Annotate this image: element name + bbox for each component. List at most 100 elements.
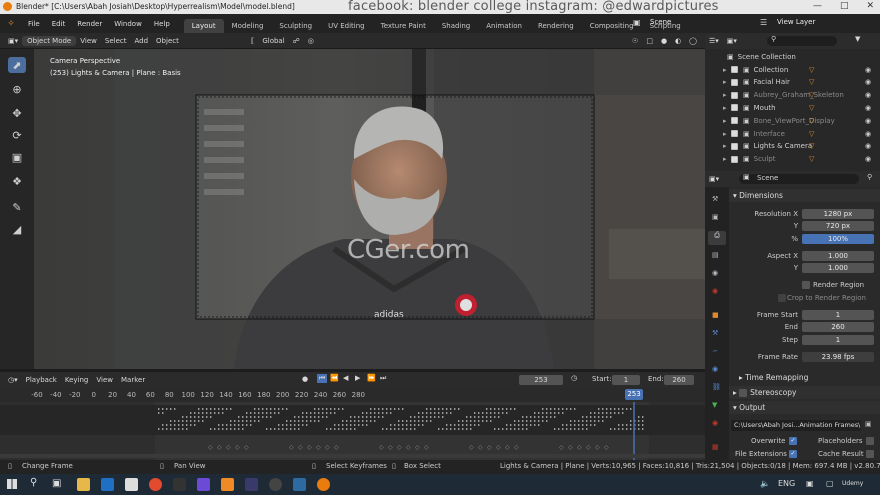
tab-sculpting[interactable]: Sculpting	[271, 19, 320, 33]
menu-edit[interactable]: Edit	[46, 20, 72, 28]
visibility-icon[interactable]: ◉	[865, 117, 871, 125]
frame-start-field[interactable]: 1	[802, 310, 874, 320]
outliner-editor-icon[interactable]: ☰▾	[705, 36, 723, 46]
exclude-checkbox[interactable]	[731, 66, 738, 73]
edge-icon[interactable]	[101, 478, 114, 491]
notification-icon[interactable]: ▢	[826, 479, 834, 488]
current-frame-indicator[interactable]: 253	[625, 389, 643, 400]
frame-step-field[interactable]: 1	[802, 335, 874, 345]
visibility-icon[interactable]: ◉	[865, 78, 871, 86]
shading-solid-icon[interactable]: ●	[657, 36, 671, 46]
overlay-icon[interactable]: ☉	[628, 36, 642, 46]
outliner-search-input[interactable]	[767, 36, 837, 46]
expand-arrow-icon[interactable]: ▸	[723, 155, 731, 163]
view-layer-name[interactable]: View Layer	[777, 18, 815, 26]
blender-taskbar-icon[interactable]	[317, 478, 330, 491]
minimize-button[interactable]: —	[813, 1, 822, 11]
visibility-icon[interactable]: ◉	[865, 142, 871, 150]
frame-rate-select[interactable]: 23.98 fps	[802, 352, 874, 362]
cursor-tool-icon[interactable]: ⊕	[8, 81, 26, 97]
speaker-icon[interactable]: 🔈	[760, 479, 770, 488]
exclude-checkbox[interactable]	[731, 130, 738, 137]
store-icon[interactable]	[125, 478, 138, 491]
timeline-editor-icon[interactable]: ◷▾	[4, 375, 22, 385]
outliner-row[interactable]: ▸ ▣ Interface ▽ ◉	[705, 127, 880, 140]
transform-orientation-icon[interactable]: ⟦	[247, 36, 258, 46]
proportional-icon[interactable]: ◎	[304, 36, 318, 46]
visibility-icon[interactable]: ◉	[865, 104, 871, 112]
menu-render[interactable]: Render	[71, 20, 108, 28]
visibility-icon[interactable]: ◉	[865, 66, 871, 74]
exclude-checkbox[interactable]	[731, 91, 738, 99]
scene-name[interactable]: Scene	[650, 18, 671, 26]
timeline-playback-menu[interactable]: Playback	[22, 375, 61, 385]
file-extensions-checkbox[interactable]: ✓	[789, 450, 797, 458]
material-tab-icon[interactable]: ◉	[712, 419, 718, 427]
timeline-keyframe-area[interactable]: ◇ ◇ ◇ ◇ ◇ ◇ ◇ ◇ ◇ ◇ ◇ ◇ ◇ ◇ ◇ ◇ ◇ ◇ ◇ ◇ ◇ ◇ ◇ ◇ ◇ ◇ ◇ ◇ ◇	[0, 402, 705, 460]
scene-collection-row[interactable]: ▣ Scene Collection	[705, 50, 880, 63]
app-icon-5[interactable]	[293, 478, 306, 491]
particles-tab-icon[interactable]: ∽	[712, 347, 718, 355]
constraints-tab-icon[interactable]: ⛓	[712, 383, 721, 391]
output-tab-icon[interactable]: ⎙	[708, 231, 726, 245]
pin-icon[interactable]: ⚲	[867, 173, 872, 181]
chrome-icon[interactable]	[149, 478, 162, 491]
overwrite-checkbox[interactable]: ✓	[789, 437, 797, 445]
next-keyframe-icon[interactable]: ⏩	[367, 374, 376, 382]
texture-tab-icon[interactable]: ▦	[712, 443, 719, 451]
jump-start-icon[interactable]: ⏮	[317, 374, 328, 383]
physics-tab-icon[interactable]: ◉	[712, 365, 718, 373]
dimensions-section[interactable]: ▾ Dimensions	[729, 189, 880, 202]
search-taskbar-icon[interactable]: ⚲	[30, 477, 37, 488]
play-icon[interactable]: ▶	[355, 374, 360, 382]
language-indicator[interactable]: ENG	[778, 479, 795, 488]
snap-icon[interactable]: ☍	[289, 36, 304, 46]
res-x-field[interactable]: 1280 px	[802, 209, 874, 219]
menu-select[interactable]: Select	[101, 36, 131, 46]
visibility-icon[interactable]: ◉	[865, 91, 871, 99]
timeline-keying-menu[interactable]: Keying	[61, 375, 93, 385]
jump-end-icon[interactable]: ⏭	[380, 374, 386, 383]
tab-shading[interactable]: Shading	[434, 19, 478, 33]
tab-modeling[interactable]: Modeling	[224, 19, 272, 33]
expand-arrow-icon[interactable]: ▸	[723, 78, 731, 86]
file-explorer-icon[interactable]	[77, 478, 90, 491]
menu-help[interactable]: Help	[148, 20, 176, 28]
rotate-tool-icon[interactable]: ⟳	[8, 127, 26, 143]
expand-arrow-icon[interactable]: ▸	[723, 142, 731, 150]
tab-animation[interactable]: Animation	[478, 19, 530, 33]
placeholders-checkbox[interactable]	[866, 437, 874, 445]
tool-tab-icon[interactable]: ⚒	[712, 195, 718, 203]
exclude-checkbox[interactable]	[731, 78, 738, 86]
render-region-checkbox[interactable]	[802, 281, 810, 289]
scene-tab-icon[interactable]: ◉	[712, 269, 718, 277]
timeline-view-menu[interactable]: View	[92, 375, 117, 385]
outliner-row[interactable]: ▸ ▣ Collection ▽ ◉	[705, 63, 880, 76]
time-remapping-section[interactable]: ▸ Time Remapping	[729, 371, 880, 384]
outliner-row[interactable]: ▸ ▣ Bone_ViewPort_Display ▽ ◉	[705, 114, 880, 127]
shading-material-icon[interactable]: ◐	[671, 36, 685, 46]
render-tab-icon[interactable]: ▣	[712, 213, 719, 221]
outliner-row[interactable]: ▸ ▣ Aubrey_Graham_Skeleton ▽ ◉	[705, 89, 880, 102]
frame-end-field[interactable]: 260	[802, 322, 874, 332]
folder-icon[interactable]: ▣	[865, 420, 872, 428]
menu-view[interactable]: View	[76, 36, 101, 46]
move-tool-icon[interactable]: ✥	[8, 105, 26, 121]
tab-rendering[interactable]: Rendering	[530, 19, 582, 33]
app-icon-2[interactable]	[197, 478, 210, 491]
crop-region-checkbox[interactable]	[778, 294, 786, 302]
measure-tool-icon[interactable]: ◢	[8, 221, 26, 237]
close-button[interactable]: ✕	[866, 1, 874, 11]
properties-editor-icon[interactable]: ▣▾	[705, 174, 723, 184]
transform-tool-icon[interactable]: ❖	[8, 173, 26, 189]
tab-texture-paint[interactable]: Texture Paint	[373, 19, 434, 33]
record-icon[interactable]: ●	[302, 375, 308, 383]
start-frame-field[interactable]: 1	[612, 375, 640, 385]
aspect-x-field[interactable]: 1.000	[802, 251, 874, 261]
network-icon[interactable]: ▣	[806, 479, 814, 488]
3d-viewport[interactable]: adidas Camera Perspective (253) Lights &…	[34, 49, 705, 369]
output-path-field[interactable]: C:\Users\Abah Josi...Animation Frames\	[731, 420, 861, 431]
stereoscopy-checkbox[interactable]	[739, 388, 748, 397]
app-icon-3[interactable]	[245, 478, 258, 491]
exclude-checkbox[interactable]	[731, 117, 738, 125]
